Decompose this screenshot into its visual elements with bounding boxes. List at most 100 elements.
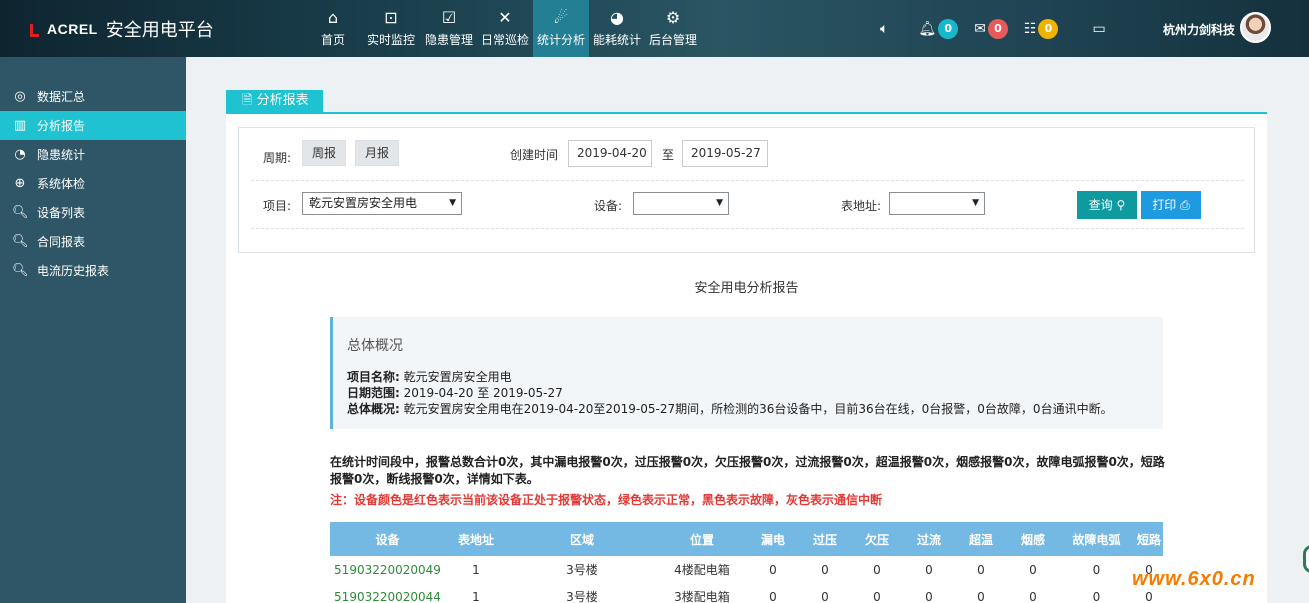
- overview-range-key: 日期范围:: [347, 386, 400, 400]
- nav-daily-inspection[interactable]: ✕ 日常巡检: [477, 0, 533, 57]
- nav-energy-statistics[interactable]: ◕ 能耗统计: [589, 0, 645, 57]
- nav-realtime-monitor-label: 实时监控: [366, 33, 415, 47]
- meter-address-select[interactable]: ▼: [889, 192, 985, 215]
- messages-button[interactable]: ✉︎ 0: [974, 18, 1008, 39]
- print-button[interactable]: 打印 ⎙: [1141, 191, 1201, 219]
- column-header: 表地址: [457, 532, 494, 547]
- sidebar-item-contract-report[interactable]: 🔍︎ 合同报表: [0, 227, 186, 256]
- table-row: 51903220020049 1 3号楼 4楼配电箱 0 0 0 0 0 0 0…: [330, 556, 1163, 583]
- sidebar-item-label: 系统体检: [37, 177, 86, 191]
- logo-text: ACREL: [47, 21, 98, 37]
- floating-chat-button[interactable]: [1303, 545, 1309, 573]
- brand[interactable]: ACREL 安全用电平台: [30, 16, 214, 42]
- panel-tab-analysis-report[interactable]: 🗎︎ 分析报表: [226, 90, 323, 112]
- created-time-label: 创建时间: [510, 148, 559, 162]
- overview-summary-row: 总体概况: 乾元安置房安全用电在2019-04-20至2019-05-27期间，…: [347, 401, 1163, 417]
- nav-hazard-management[interactable]: ☑ 隐患管理: [421, 0, 477, 57]
- sidebar-item-device-list[interactable]: 🔍︎ 设备列表: [0, 198, 186, 227]
- search-icon: 🔍︎: [12, 205, 29, 220]
- screen-button[interactable]: ▭: [1092, 21, 1105, 37]
- column-header: 超温: [968, 532, 993, 547]
- nav-backend-management-label: 后台管理: [648, 33, 697, 47]
- table-cell: 0: [977, 589, 985, 603]
- panel-tab-label: 分析报表: [256, 93, 309, 108]
- overview-project-value: 乾元安置房安全用电: [403, 370, 512, 384]
- report-title: 安全用电分析报告: [694, 281, 799, 296]
- column-header: 欠压: [864, 532, 889, 547]
- column-header: 短路: [1136, 532, 1161, 547]
- table-cell: 3号楼: [566, 563, 598, 577]
- mail-icon: ✉︎: [974, 20, 986, 37]
- table-cell: 0: [977, 562, 985, 577]
- printer-icon: ⎙: [1180, 198, 1190, 212]
- table-cell: 3楼配电箱: [674, 590, 730, 603]
- weekly-button[interactable]: 周报: [302, 140, 347, 166]
- device-link[interactable]: 51903220020044: [330, 590, 445, 603]
- alerts-button[interactable]: 🔔︎ 0: [918, 18, 959, 39]
- device-link[interactable]: 51903220020049: [330, 563, 445, 577]
- query-button-label: 查询: [1088, 198, 1113, 212]
- table-cell: 0: [769, 589, 777, 603]
- table-cell: 0: [873, 589, 881, 603]
- sidebar-item-system-checkup[interactable]: ⊕ 系统体检: [0, 169, 186, 198]
- sidebar-item-current-history-report[interactable]: 🔍︎ 电流历史报表: [0, 256, 186, 285]
- column-header: 过压: [812, 532, 837, 547]
- filter-panel: 周期: 周报 月报 创建时间 2019-04-20 至 2019-05-27 项…: [238, 127, 1255, 253]
- table-cell: 0: [821, 589, 829, 603]
- tasks-count-badge: 0: [1038, 18, 1059, 39]
- sidebar-item-analysis-report[interactable]: ▥ 分析报告: [0, 111, 186, 140]
- nav-statistics-analysis[interactable]: ☄ 统计分析: [533, 0, 589, 57]
- top-bar: ACREL 安全用电平台 ⌂ 首页 ⊡ 实时监控 ☑ 隐患管理 ✕ 日常巡检 ☄…: [0, 0, 1309, 57]
- overview-project-row: 项目名称: 乾元安置房安全用电: [347, 369, 1163, 385]
- table-cell: 0: [1092, 589, 1101, 603]
- column-header: 区域: [569, 532, 594, 547]
- table-cell: 0: [873, 562, 881, 577]
- table-cell: 0: [769, 562, 777, 577]
- overview-summary-value: 乾元安置房安全用电在2019-04-20至2019-05-27期间，所检测的36…: [403, 402, 1113, 416]
- caret-down-icon: ▼: [716, 198, 723, 208]
- nav-backend-management[interactable]: ⚙ 后台管理: [645, 0, 701, 57]
- avatar[interactable]: [1240, 12, 1271, 43]
- sidebar-item-data-summary[interactable]: ◎ 数据汇总: [0, 82, 186, 111]
- device-select[interactable]: ▼: [633, 192, 729, 215]
- watermark: www.6x0.cn: [1132, 568, 1256, 590]
- nav-realtime-monitor[interactable]: ⊡ 实时监控: [361, 0, 421, 57]
- query-button[interactable]: 查询 ⚲: [1077, 191, 1137, 219]
- sound-button[interactable]: 🔈︎: [880, 21, 888, 37]
- table-header: 设备 表地址 区域 位置 漏电 过压 欠压 过流 超温 烟感 故障电弧 短路: [330, 522, 1163, 556]
- column-header: 烟感: [1020, 532, 1045, 547]
- platform-title: 安全用电平台: [105, 20, 214, 41]
- start-date-input[interactable]: 2019-04-20: [568, 140, 652, 167]
- table-row: 51903220020044 1 3号楼 3楼配电箱 0 0 0 0 0 0 0…: [330, 583, 1163, 603]
- sidebar-item-label: 电流历史报表: [37, 264, 110, 278]
- project-label: 项目:: [263, 199, 292, 213]
- overview-summary-key: 总体概况:: [347, 402, 400, 416]
- sidebar-item-hazard-statistics[interactable]: ◔ 隐患统计: [0, 140, 186, 169]
- end-date-input[interactable]: 2019-05-27: [682, 140, 768, 167]
- plus-circle-icon: ⊕: [14, 176, 26, 191]
- sidebar-item-label: 分析报告: [37, 119, 86, 133]
- overview-heading: 总体概况: [347, 338, 403, 354]
- column-header: 设备: [375, 532, 400, 547]
- table-cell: 0: [1145, 589, 1153, 603]
- sidebar-item-label: 设备列表: [37, 206, 86, 220]
- tasks-button[interactable]: ☷ 0: [1024, 18, 1059, 39]
- table-cell: 0: [821, 562, 829, 577]
- monitor-search-icon: ⊡: [384, 8, 398, 27]
- monthly-button[interactable]: 月报: [355, 140, 400, 166]
- nav-statistics-analysis-label: 统计分析: [536, 33, 585, 47]
- nav-home[interactable]: ⌂ 首页: [305, 0, 361, 57]
- bar-chart-icon: ▥: [13, 118, 27, 133]
- screen-icon: ▭: [1092, 20, 1106, 37]
- company-name[interactable]: 杭州力剑科技: [1163, 21, 1235, 38]
- acrel-logo-mark-icon: [30, 22, 44, 37]
- document-icon: 🗎︎: [242, 93, 253, 108]
- table-cell: 0: [1092, 562, 1101, 577]
- nav-energy-statistics-label: 能耗统计: [592, 33, 641, 47]
- project-select[interactable]: 乾元安置房安全用电 ▼: [302, 192, 462, 215]
- column-header: 过流: [916, 532, 941, 547]
- sidebar: ◎ 数据汇总 ▥ 分析报告 ◔ 隐患统计 ⊕ 系统体检 🔍︎ 设备列表 🔍︎ 合…: [0, 57, 186, 603]
- project-select-value: 乾元安置房安全用电: [309, 196, 418, 210]
- table-cell: 0: [925, 589, 933, 603]
- nav-hazard-management-label: 隐患管理: [424, 33, 473, 47]
